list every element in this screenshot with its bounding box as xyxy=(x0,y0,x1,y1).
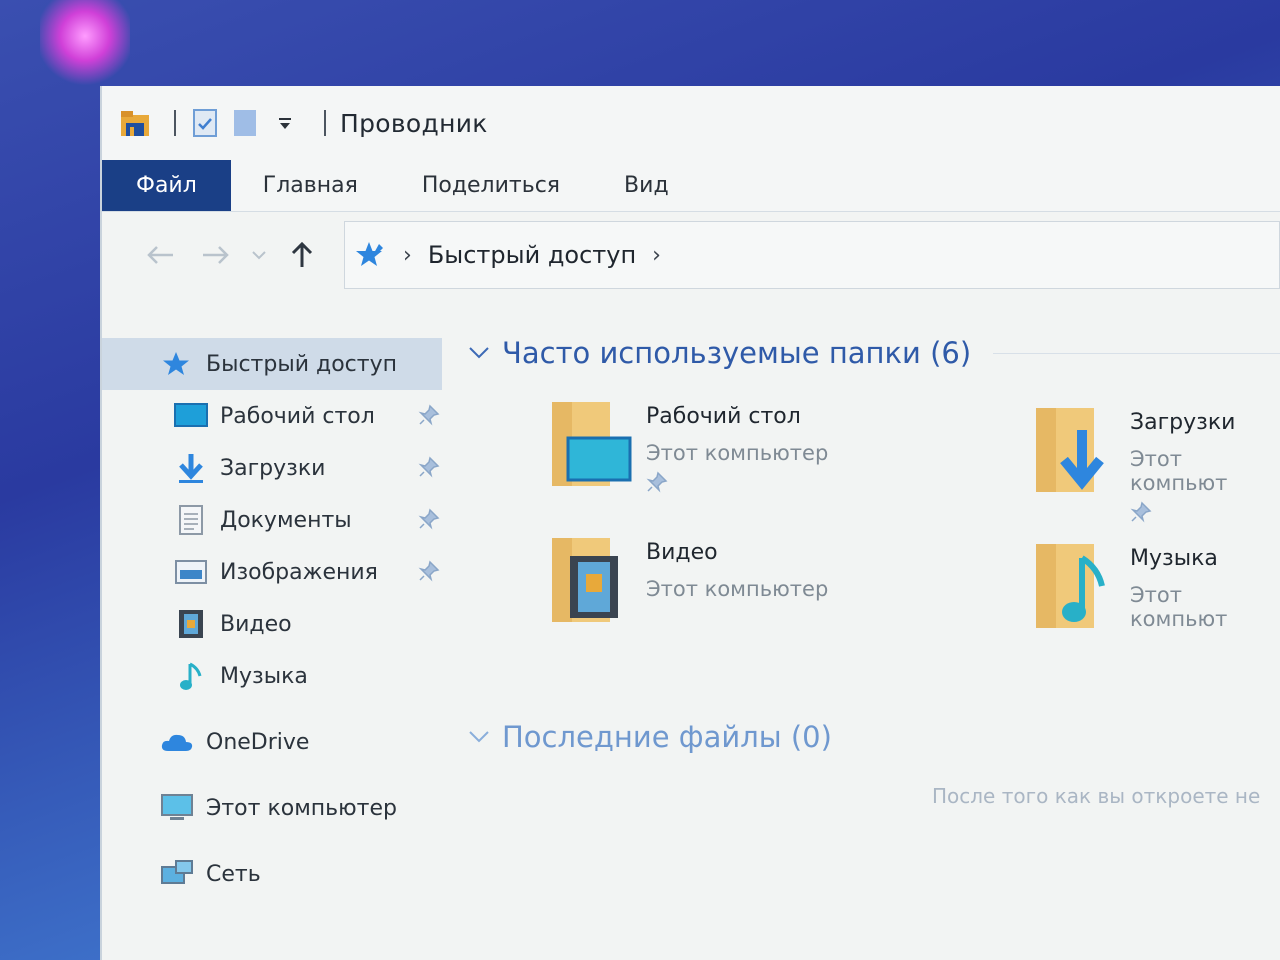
main-view: Часто используемые папки (6) Рабочий сто… xyxy=(468,336,1280,808)
sidebar-item-label: Этот компьютер xyxy=(206,795,397,821)
group-divider xyxy=(993,352,1280,354)
folder-location: Этот компьют xyxy=(1130,583,1228,631)
explorer-folder-icon[interactable] xyxy=(120,108,150,138)
properties-icon[interactable] xyxy=(190,108,220,138)
folder-tile-videos[interactable]: Видео Этот компьютер xyxy=(548,530,828,630)
recent-locations-button[interactable] xyxy=(244,235,274,275)
frequent-folders-grid: Рабочий стол Этот компьютер Загрузки Это… xyxy=(468,370,1280,680)
desktop-folder-icon xyxy=(548,394,638,494)
tab-view[interactable]: Вид xyxy=(592,160,701,211)
tab-home[interactable]: Главная xyxy=(231,160,390,211)
desktop-icon xyxy=(174,399,208,433)
star-icon xyxy=(160,347,194,381)
folder-name: Музыка xyxy=(1130,546,1218,571)
up-arrow-icon xyxy=(291,241,313,267)
chevron-down-icon xyxy=(252,251,266,260)
sidebar-item-onedrive[interactable]: OneDrive xyxy=(102,716,448,768)
pin-icon[interactable] xyxy=(418,404,440,432)
sidebar-item-label: Изображения xyxy=(220,559,378,585)
music-folder-icon xyxy=(1032,536,1122,636)
sidebar-item-documents[interactable]: Документы xyxy=(102,494,448,546)
new-folder-icon[interactable] xyxy=(230,108,260,138)
frequent-folders-header[interactable]: Часто используемые папки (6) xyxy=(468,336,1280,370)
sidebar-item-label: OneDrive xyxy=(206,729,310,755)
tab-share[interactable]: Поделиться xyxy=(390,160,592,211)
pin-icon xyxy=(1130,501,1280,527)
sidebar-item-label: Видео xyxy=(220,611,292,637)
explorer-window: Проводник Файл Главная Поделиться Вид › … xyxy=(100,86,1280,960)
cloud-icon xyxy=(160,725,194,759)
tab-file[interactable]: Файл xyxy=(102,160,231,211)
folder-name: Рабочий стол xyxy=(646,404,801,429)
pictures-icon xyxy=(174,555,208,589)
sidebar-item-label: Рабочий стол xyxy=(220,403,375,429)
folder-tile-music[interactable]: Музыка Этот компьют xyxy=(1032,536,1280,636)
music-icon xyxy=(174,659,208,693)
pin-icon[interactable] xyxy=(418,456,440,484)
sidebar-item-desktop[interactable]: Рабочий стол xyxy=(102,390,448,442)
recent-files-empty-message: После того как вы откроете не xyxy=(932,784,1261,808)
customize-toolbar-dropdown-icon[interactable] xyxy=(270,108,300,138)
breadcrumb-separator-icon: › xyxy=(403,242,412,268)
navigation-pane: Быстрый доступ Рабочий стол Загрузки Док… xyxy=(102,338,448,900)
desktop-background xyxy=(40,0,130,90)
network-icon xyxy=(160,857,194,891)
quick-access-star-icon xyxy=(355,240,387,270)
back-arrow-icon xyxy=(147,246,173,264)
downloads-folder-icon xyxy=(1032,400,1122,500)
video-icon xyxy=(174,607,208,641)
sidebar-item-label: Документы xyxy=(220,507,352,533)
sidebar-item-label: Сеть xyxy=(206,861,261,887)
pin-icon[interactable] xyxy=(418,560,440,588)
up-button[interactable] xyxy=(274,235,330,275)
sidebar-item-music[interactable]: Музыка xyxy=(102,650,448,702)
pin-icon[interactable] xyxy=(418,508,440,536)
folder-name: Видео xyxy=(646,540,718,565)
videos-folder-icon xyxy=(548,530,638,630)
chevron-down-icon[interactable] xyxy=(468,725,490,750)
folder-name: Загрузки xyxy=(1130,410,1236,435)
window-title: Проводник xyxy=(340,108,488,138)
folder-tile-downloads[interactable]: Загрузки Этот компьют xyxy=(1032,400,1280,527)
sidebar-item-label: Быстрый доступ xyxy=(206,351,397,377)
group-title: Часто используемые папки (6) xyxy=(502,336,972,370)
ribbon-tabs: Файл Главная Поделиться Вид xyxy=(102,160,1280,212)
address-bar[interactable]: › Быстрый доступ › xyxy=(344,221,1280,289)
sidebar-item-quick-access[interactable]: Быстрый доступ xyxy=(102,338,442,390)
forward-arrow-icon xyxy=(203,246,229,264)
content-area: Быстрый доступ Рабочий стол Загрузки Док… xyxy=(102,298,1280,960)
folder-location: Этот компьютер xyxy=(646,577,829,601)
sidebar-item-pictures[interactable]: Изображения xyxy=(102,546,448,598)
computer-icon xyxy=(160,791,194,825)
sidebar-item-label: Музыка xyxy=(220,663,308,689)
document-icon xyxy=(174,503,208,537)
pin-icon xyxy=(646,471,828,497)
folder-tile-desktop[interactable]: Рабочий стол Этот компьютер xyxy=(548,394,828,497)
title-bar: Проводник xyxy=(102,86,1280,160)
download-icon xyxy=(174,451,208,485)
folder-location: Этот компьютер xyxy=(646,441,829,465)
back-button[interactable] xyxy=(132,235,188,275)
sidebar-item-network[interactable]: Сеть xyxy=(102,848,448,900)
toolbar-separator xyxy=(174,110,176,136)
chevron-down-icon[interactable] xyxy=(468,341,490,366)
group-title: Последние файлы (0) xyxy=(502,720,832,754)
toolbar-separator xyxy=(324,110,326,136)
sidebar-item-label: Загрузки xyxy=(220,455,326,481)
sidebar-item-this-pc[interactable]: Этот компьютер xyxy=(102,782,448,834)
navigation-row: › Быстрый доступ › xyxy=(102,212,1280,298)
breadcrumb-quick-access[interactable]: Быстрый доступ xyxy=(428,241,636,269)
folder-location: Этот компьют xyxy=(1130,447,1228,495)
sidebar-item-videos[interactable]: Видео xyxy=(102,598,448,650)
forward-button[interactable] xyxy=(188,235,244,275)
recent-files-header[interactable]: Последние файлы (0) xyxy=(468,720,1280,754)
sidebar-item-downloads[interactable]: Загрузки xyxy=(102,442,448,494)
breadcrumb-chevron-icon[interactable]: › xyxy=(652,243,661,268)
